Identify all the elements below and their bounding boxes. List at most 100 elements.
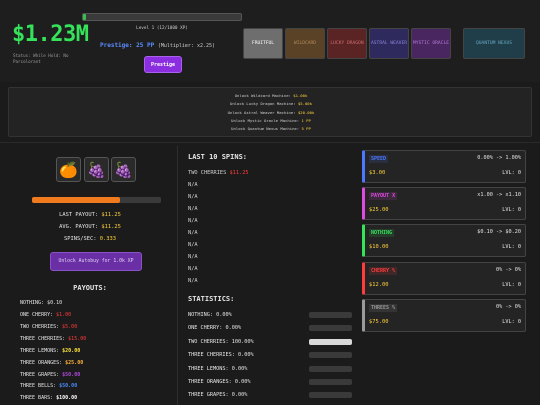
stat-row: THREE GRAPES: 0.00% — [188, 392, 248, 398]
spin-entry: N/A — [188, 254, 198, 260]
stat-bar — [309, 392, 352, 398]
spin-entry: N/A — [188, 194, 198, 200]
upgrade-level: LVL: 0 — [502, 207, 521, 213]
payout-label: TWO CHERRIES: — [20, 324, 63, 330]
unlock-cost: $5.00k — [297, 101, 312, 106]
upgrade-level: LVL: 0 — [502, 282, 521, 288]
spin-progress-bar — [32, 197, 161, 203]
spin-entry: TWO CHERRIES $11.25 — [188, 170, 249, 176]
payout-row: THREE LEMONS: $20.00 — [20, 348, 80, 354]
unlock-text: Unlock Wildcard Machine: — [234, 93, 294, 98]
last-payout: LAST PAYOUT: $11.25 — [20, 212, 160, 218]
payout-value: $20.00 — [62, 348, 81, 354]
unlock-mystic-oracle[interactable]: Unlock Mystic Oracle Machine: 1 PP — [9, 118, 533, 123]
upgrade-rate: x1.00 -> x1.10 — [477, 192, 521, 198]
unlock-lucky-dragon[interactable]: Unlock Lucky Dragon Machine: $5.00k — [9, 101, 533, 106]
payout-row: THREE ORANGES: $25.00 — [20, 360, 83, 366]
tab-lucky-dragon[interactable]: LUCKY DRAGON — [327, 28, 367, 59]
prestige-info: Prestige: 25 PP (Multiplier: x2.25) — [100, 42, 215, 49]
spin-entry: N/A — [188, 278, 198, 284]
column-divider — [177, 146, 178, 405]
stat-bar — [309, 366, 352, 372]
stat-label: AVG. PAYOUT: — [59, 224, 102, 230]
upgrade-name: SPEED — [369, 155, 389, 163]
tab-label: MYSTIC ORACLE — [413, 41, 449, 46]
payout-value: $100.00 — [56, 395, 78, 401]
upgrade-rate: 0% -> 0% — [496, 267, 521, 273]
payout-row: THREE BARS: $100.00 — [20, 395, 77, 401]
unlock-autobuy-button[interactable]: Unlock Autobuy for 1.0k XP — [50, 252, 142, 271]
reel-grapes-icon[interactable]: 🍇 — [84, 157, 109, 182]
unlock-text: Unlock Astral Weaver Machine: — [227, 110, 298, 115]
upgrade-cost: $10.00 — [369, 244, 389, 250]
stat-bar-fill — [309, 339, 352, 345]
upgrade-name: NOTHING — [369, 229, 395, 237]
prestige-button[interactable]: Prestige — [144, 56, 182, 73]
upgrade-cost: $12.00 — [369, 282, 389, 288]
tab-label: LUCKY DRAGON — [330, 41, 364, 46]
upgrade-cherry[interactable]: CHERRY % 0% -> 0% $12.00 LVL: 0 — [362, 262, 526, 295]
spin-entry: N/A — [188, 182, 198, 188]
stat-bar — [309, 352, 352, 358]
payout-label: THREE CHERRIES: — [20, 336, 69, 342]
spins-per-sec: SPINS/SEC: 0.333 — [20, 236, 160, 242]
upgrade-name: THREES % — [369, 304, 398, 312]
stat-row: THREE LEMONS: 0.00% — [188, 366, 248, 372]
tab-fruitful[interactable]: FRUITFUL — [243, 28, 283, 59]
unlock-wildcard[interactable]: Unlock Wildcard Machine: $1.00k — [9, 93, 533, 98]
unlock-cost: 1 PP — [301, 118, 311, 123]
payout-row: NOTHING: $0.10 — [20, 300, 62, 306]
payout-label: THREE LEMONS: — [20, 348, 63, 354]
reel-grapes-icon[interactable]: 🍇 — [111, 157, 136, 182]
unlock-quantum-nexus[interactable]: Unlock Quantum Nexus Machine: 5 PP — [9, 126, 533, 131]
upgrade-cost: $25.00 — [369, 207, 389, 213]
upgrade-rate: 0% -> 0% — [496, 304, 521, 310]
payout-value: $0.10 — [47, 300, 63, 306]
unlock-astral-weaver[interactable]: Unlock Astral Weaver Machine: $20.00k — [9, 110, 533, 115]
prestige-multiplier: (Multiplier: x2.25) — [157, 43, 216, 49]
stat-bar — [309, 379, 352, 385]
spin-entry: N/A — [188, 230, 198, 236]
spin-entry: N/A — [188, 266, 198, 272]
payout-label: THREE ORANGES: — [20, 360, 66, 366]
upgrade-level: LVL: 0 — [502, 170, 521, 176]
tab-mystic-oracle[interactable]: MYSTIC ORACLE — [411, 28, 451, 59]
spin-entry: N/A — [188, 218, 198, 224]
tab-astral-weaver[interactable]: ASTRAL WEAVER — [369, 28, 409, 59]
stat-bar — [309, 312, 352, 318]
payout-value: $50.00 — [59, 383, 78, 389]
unlock-text: Unlock Lucky Dragon Machine: — [230, 101, 298, 106]
reel-orange-icon[interactable]: 🍊 — [56, 157, 81, 182]
upgrade-speed[interactable]: SPEED 0.00% -> 1.00% $3.00 LVL: 0 — [362, 150, 526, 183]
prestige-points: Prestige: 25 PP — [100, 42, 155, 49]
unlock-panel: Unlock Wildcard Machine: $1.00k Unlock L… — [8, 87, 532, 137]
stat-row: TWO CHERRIES: 100.00% — [188, 339, 254, 345]
xp-progress-bar — [82, 13, 242, 21]
tab-quantum-nexus[interactable]: QUANTUM NEXUS — [463, 28, 525, 59]
spin-value: $11.25 — [229, 170, 249, 176]
payout-value: $15.00 — [68, 336, 87, 342]
payout-value: $1.00 — [56, 312, 72, 318]
tab-label: FRUITFUL — [251, 41, 275, 46]
unlock-cost: $20.00k — [297, 110, 315, 115]
payout-label: THREE BARS: — [20, 395, 57, 401]
upgrade-nothing[interactable]: NOTHING $0.10 -> $0.20 $10.00 LVL: 0 — [362, 224, 526, 257]
tab-label: ASTRAL WEAVER — [371, 41, 407, 46]
stat-row: NOTHING: 0.00% — [188, 312, 232, 318]
upgrade-cost: $3.00 — [369, 170, 386, 176]
payout-row: ONE CHERRY: $1.00 — [20, 312, 71, 318]
upgrade-rate: $0.10 -> $0.20 — [477, 229, 521, 235]
unlock-text: Unlock Mystic Oracle Machine: — [231, 118, 302, 123]
avg-payout: AVG. PAYOUT: $11.25 — [20, 224, 160, 230]
upgrade-payout-x[interactable]: PAYOUT X x1.00 -> x1.10 $25.00 LVL: 0 — [362, 187, 526, 220]
last-spins-title: LAST 10 SPINS: — [188, 153, 248, 161]
stat-label: LAST PAYOUT: — [59, 212, 102, 218]
upgrade-threes[interactable]: THREES % 0% -> 0% $75.00 LVL: 0 — [362, 299, 526, 332]
unlock-text: Unlock Quantum Nexus Machine: — [231, 126, 302, 131]
spin-entry: N/A — [188, 206, 198, 212]
payout-value: $50.00 — [62, 372, 81, 378]
tab-wildcard[interactable]: WILDCARD — [285, 28, 325, 59]
unlock-cost: 5 PP — [301, 126, 311, 131]
stat-value: 0.333 — [99, 236, 116, 242]
upgrade-cost: $75.00 — [369, 319, 389, 325]
